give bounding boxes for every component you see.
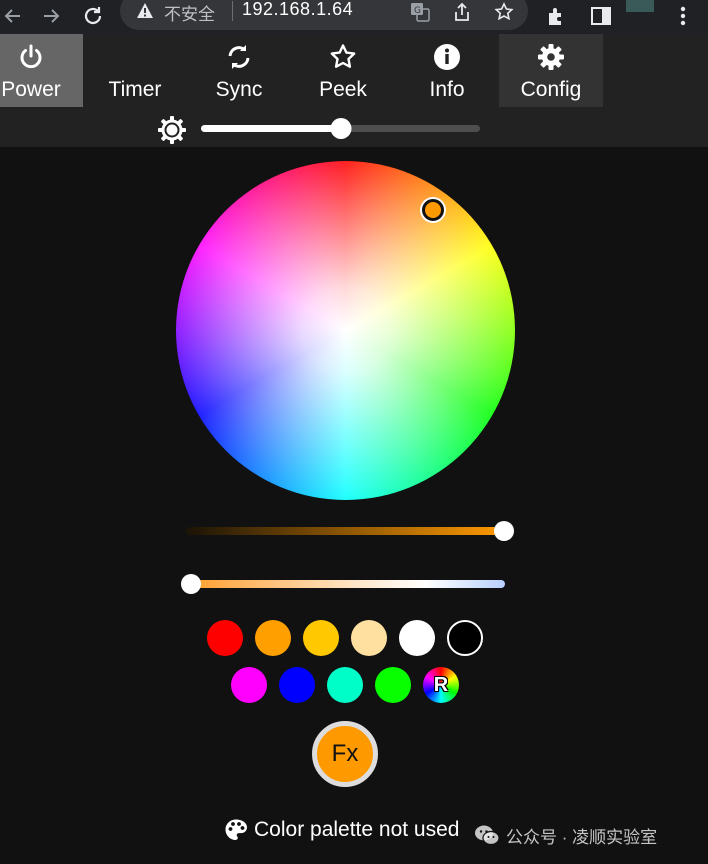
address-separator	[232, 1, 233, 21]
top-nav: Power Timer Sync Peek Info Config	[0, 34, 708, 147]
url-text[interactable]: 192.168.1.64	[242, 0, 353, 20]
color-wheel[interactable]	[176, 161, 515, 500]
tab-label: Peek	[319, 78, 367, 101]
forward-icon[interactable]	[38, 3, 64, 29]
share-icon[interactable]	[452, 2, 472, 22]
sync-icon	[228, 45, 250, 69]
tab-label: Power	[1, 78, 61, 101]
color-swatch[interactable]	[327, 667, 363, 703]
translate-icon[interactable]: G	[410, 2, 430, 22]
color-value-slider[interactable]	[186, 527, 504, 535]
white-balance-slider-thumb[interactable]	[181, 574, 201, 594]
profile-avatar[interactable]	[626, 0, 654, 12]
watermark-text: 公众号 · 凌顺实验室	[506, 827, 658, 847]
color-swatch[interactable]	[207, 620, 243, 656]
color-swatch[interactable]	[447, 620, 483, 656]
tab-label: Config	[520, 78, 582, 101]
color-swatch[interactable]	[303, 620, 339, 656]
insecure-label: 不安全	[164, 5, 215, 24]
address-bar[interactable]: 不安全 192.168.1.64 G	[120, 0, 528, 30]
color-wheel-picker[interactable]	[422, 198, 445, 221]
fx-button[interactable]: Fx	[312, 721, 378, 787]
side-panel-icon[interactable]	[588, 3, 614, 29]
tab-peek[interactable]: Peek	[291, 34, 395, 107]
power-icon	[20, 44, 42, 69]
color-swatch[interactable]	[255, 620, 291, 656]
extensions-icon[interactable]	[544, 3, 570, 29]
tab-label: Timer	[108, 78, 162, 101]
browser-chrome: 不安全 192.168.1.64 G	[0, 0, 708, 34]
tab-config[interactable]: Config	[499, 34, 603, 107]
color-swatch[interactable]	[279, 667, 315, 703]
white-balance-slider[interactable]	[191, 580, 505, 588]
watermark: 公众号 · 凌顺实验室	[474, 820, 657, 850]
menu-kebab-icon[interactable]	[670, 3, 696, 29]
random-color-swatch[interactable]: R	[423, 667, 459, 703]
color-swatch[interactable]	[399, 620, 435, 656]
moon-icon	[133, 46, 144, 68]
reload-icon[interactable]	[80, 3, 106, 29]
color-swatch[interactable]	[375, 667, 411, 703]
tab-label: Sync	[215, 78, 263, 101]
brightness-icon	[158, 116, 186, 144]
palette-icon	[225, 819, 247, 840]
svg-text:G: G	[414, 6, 421, 16]
warning-icon[interactable]	[136, 2, 154, 20]
tab-label: Info	[429, 78, 465, 101]
brightness-row	[0, 107, 708, 147]
tab-sync[interactable]: Sync	[187, 34, 291, 107]
gear-icon	[538, 44, 564, 70]
color-value-slider-thumb[interactable]	[494, 521, 514, 541]
color-wheel-saturation	[176, 161, 515, 500]
tab-info[interactable]: Info	[395, 34, 499, 107]
brightness-slider-thumb[interactable]	[330, 118, 351, 139]
palette-status-text: Color palette not used	[254, 818, 460, 841]
tab-timer[interactable]: Timer	[83, 34, 187, 107]
palette-status: Color palette not used	[224, 815, 459, 845]
tab-power[interactable]: Power	[0, 34, 83, 107]
star-icon	[330, 44, 356, 68]
back-icon[interactable]	[0, 3, 26, 29]
info-icon	[434, 44, 460, 70]
wechat-icon	[475, 825, 500, 846]
brightness-fill	[201, 125, 341, 132]
bookmark-star-icon[interactable]	[494, 2, 514, 22]
fx-label: Fx	[331, 740, 359, 767]
color-swatch[interactable]	[351, 620, 387, 656]
color-swatch[interactable]	[231, 667, 267, 703]
